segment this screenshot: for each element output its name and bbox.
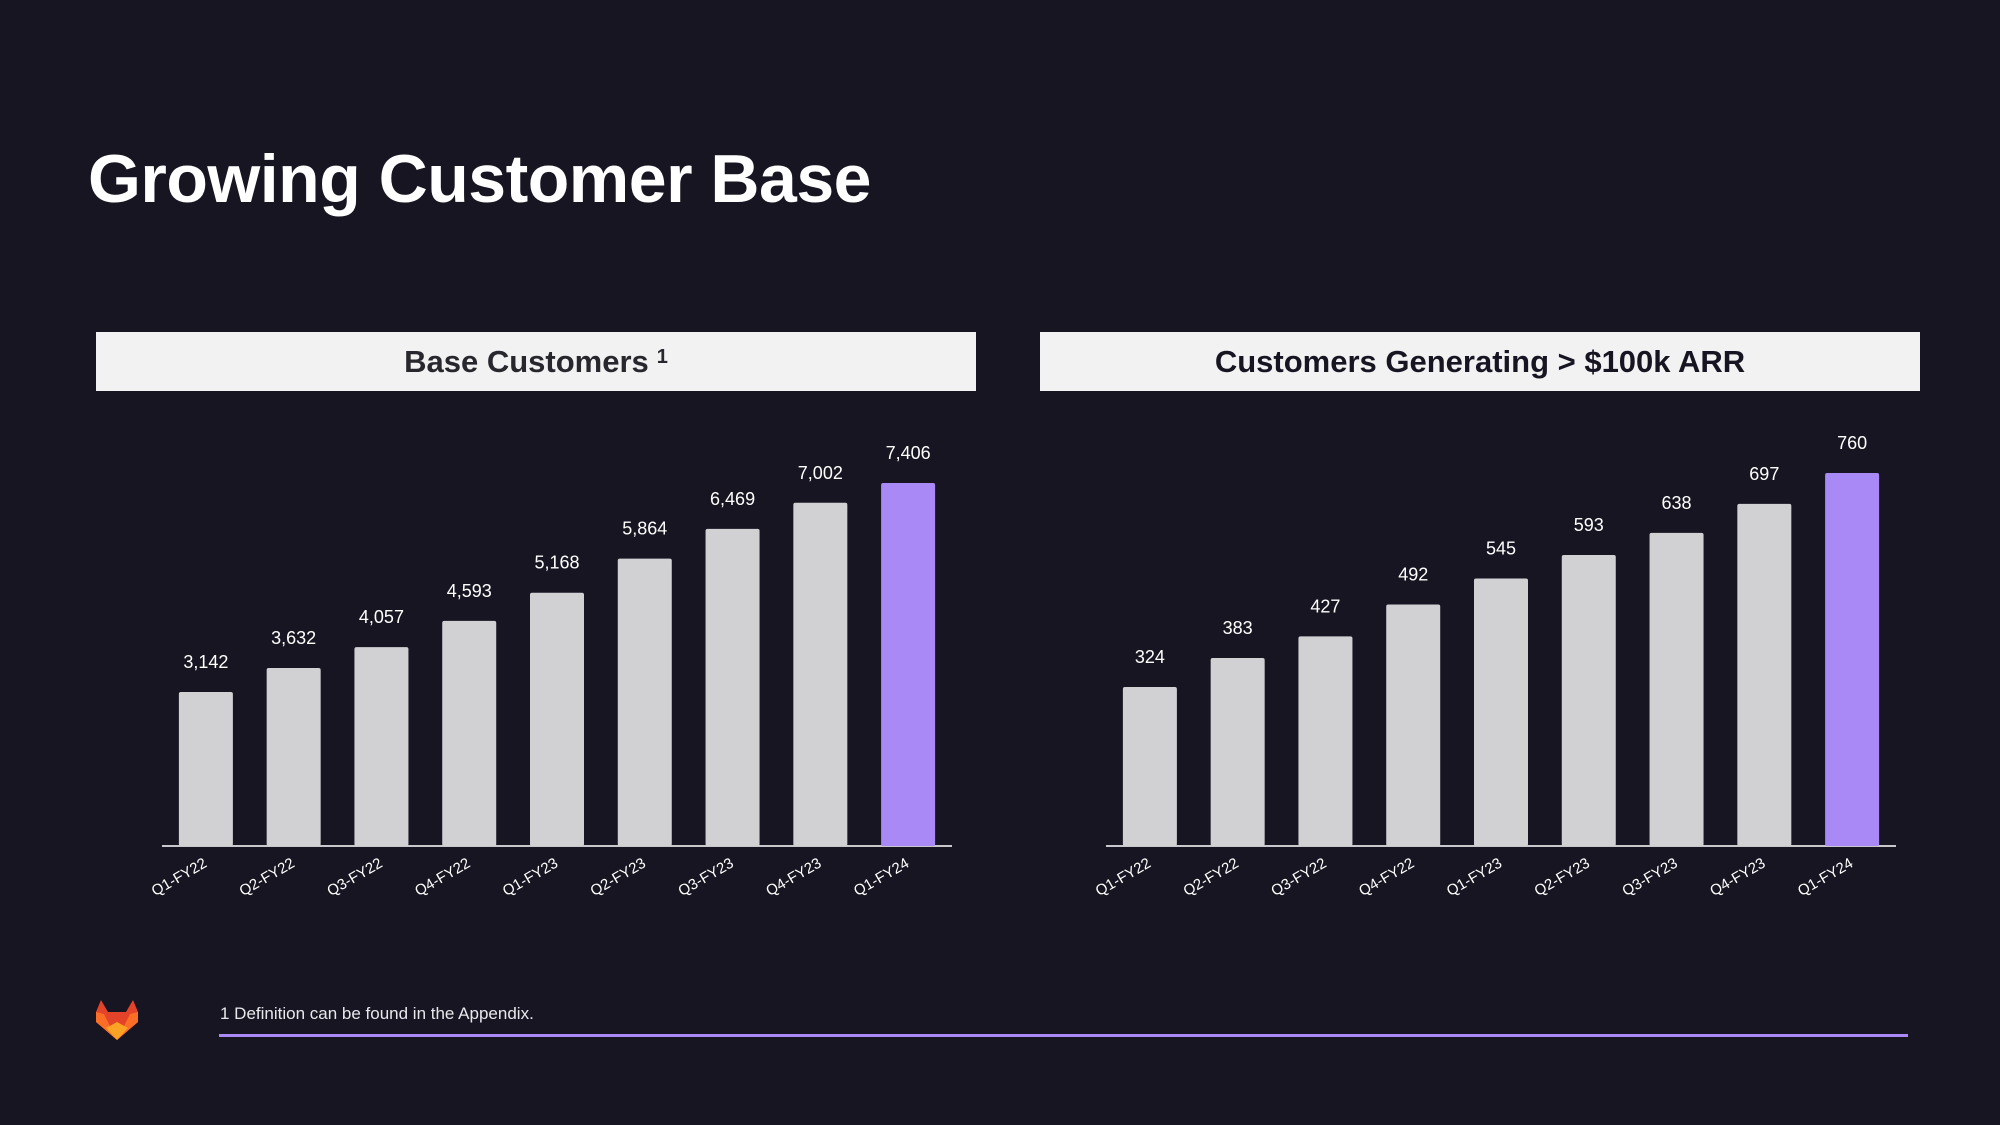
footnote: 1 Definition can be found in the Appendi… [220, 1004, 534, 1023]
bar-chart-base-customers: 3,142 Q1-FY22 3,632 Q2-FY22 4,057 Q3-FY22 4,59… [149, 443, 952, 900]
x-tick-label: Q1-FY24 [851, 855, 912, 900]
data-label: 760 [1837, 433, 1867, 453]
data-label: 4,057 [359, 607, 404, 627]
x-tick-label: Q3-FY22 [324, 855, 385, 900]
bar-Q1-FY23 [1474, 578, 1528, 846]
data-label: 545 [1486, 539, 1516, 559]
data-label: 7,002 [798, 463, 843, 483]
bar-Q2-FY22 [1210, 658, 1265, 846]
bar-Q3-FY22 [354, 647, 409, 846]
x-tick-label: Q2-FY22 [236, 855, 297, 900]
footer-divider [219, 1034, 1908, 1037]
x-tick-label: Q4-FY23 [763, 855, 824, 900]
bar-Q4-FY22 [1386, 604, 1441, 846]
bar-Q2-FY22 [266, 667, 321, 846]
bar-Q2-FY23 [617, 558, 672, 846]
bar-Q1-FY22 [1122, 686, 1177, 846]
slide-title: Growing Customer Base [88, 141, 872, 217]
bar-Q1-FY23 [530, 592, 584, 846]
bar-Q1-FY22 [178, 691, 233, 846]
bar-Q4-FY23 [793, 502, 848, 846]
x-tick-label: Q4-FY22 [412, 855, 473, 900]
bar-Q3-FY22 [1298, 636, 1353, 846]
data-label: 4,593 [447, 581, 492, 601]
bar-Q3-FY23 [705, 528, 760, 846]
chart-header-base-customers: Base Customers 1 [96, 332, 976, 391]
data-label: 3,142 [183, 652, 228, 672]
data-label: 593 [1574, 515, 1604, 535]
x-tick-label: Q1-FY22 [1093, 855, 1154, 900]
x-tick-label: Q2-FY23 [588, 855, 649, 900]
data-label: 638 [1662, 493, 1692, 513]
bar-Q3-FY23 [1649, 532, 1704, 846]
bar-chart-100k-arr-customers: 324 Q1-FY22 383 Q2-FY22 427 Q3-FY22 492 Q4-FY22… [1093, 433, 1896, 900]
x-tick-label: Q1-FY23 [1444, 855, 1505, 900]
footnote-marker: 1 [656, 346, 668, 368]
x-tick-label: Q3-FY23 [1619, 855, 1680, 900]
x-tick-label: Q4-FY22 [1356, 855, 1417, 900]
data-label: 383 [1223, 618, 1253, 638]
x-tick-label: Q1-FY22 [149, 855, 210, 900]
data-label: 3,632 [271, 628, 316, 648]
data-label: 492 [1398, 565, 1428, 585]
x-tick-label: Q4-FY23 [1707, 855, 1768, 900]
gitlab-logo-icon [96, 1000, 138, 1040]
data-label: 5,168 [534, 553, 579, 573]
data-label: 697 [1749, 464, 1779, 484]
bar-Q4-FY23 [1737, 503, 1792, 846]
data-label: 427 [1310, 596, 1340, 616]
chart-title: Base Customers [404, 343, 649, 379]
bar-Q1-FY24 [1825, 473, 1880, 846]
data-label: 7,406 [886, 443, 931, 463]
data-label: 5,864 [622, 519, 667, 539]
bar-Q1-FY24 [881, 483, 936, 846]
data-label: 324 [1135, 647, 1165, 667]
data-label: 6,469 [710, 489, 755, 509]
bar-Q2-FY23 [1561, 554, 1616, 846]
x-tick-label: Q3-FY22 [1268, 855, 1329, 900]
chart-header-100k-arr: Customers Generating > $100k ARR [1040, 332, 1920, 391]
x-tick-label: Q3-FY23 [675, 855, 736, 900]
chart-title: Customers Generating > $100k ARR [1214, 343, 1746, 379]
x-tick-label: Q2-FY23 [1532, 855, 1593, 900]
x-tick-label: Q2-FY22 [1180, 855, 1241, 900]
x-tick-label: Q1-FY23 [500, 855, 561, 900]
bar-Q4-FY22 [442, 620, 497, 846]
x-tick-label: Q1-FY24 [1795, 855, 1856, 900]
